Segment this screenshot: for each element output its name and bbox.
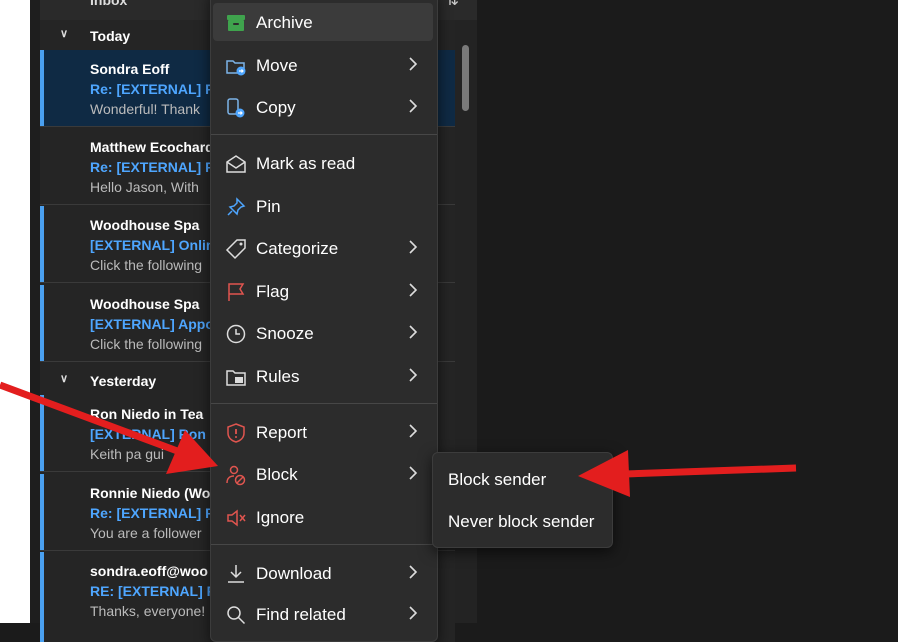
chevron-right-icon (409, 368, 418, 382)
menu-item-snooze[interactable]: Snooze (213, 314, 433, 352)
menu-item-label: Rules (256, 367, 300, 386)
chevron-right-icon (409, 240, 418, 254)
menu-item-label: Flag (256, 282, 290, 301)
chevron-right-icon (409, 606, 418, 620)
menu-separator (211, 403, 437, 404)
menu-item-categorize[interactable]: Categorize (213, 229, 433, 267)
menu-item-copy[interactable]: Copy (213, 88, 433, 126)
message-sender: Matthew Ecochard (90, 139, 214, 155)
unread-indicator (40, 285, 44, 361)
message-subject: Re: [EXTERNAL] R (90, 159, 216, 175)
folder-move-icon (226, 60, 246, 76)
chevron-right-icon (409, 565, 418, 579)
menu-separator (211, 544, 437, 545)
menu-separator (211, 134, 437, 135)
menu-item-archive[interactable]: Archive (213, 3, 433, 41)
message-preview: Keith pa gui (90, 446, 164, 462)
chevron-down-icon: ∨ (60, 373, 69, 385)
message-subject: Re: [EXTERNAL] F (90, 505, 214, 521)
message-preview: You are a follower (90, 525, 202, 541)
menu-item-find-related[interactable]: Find related (213, 595, 433, 633)
message-subject: [EXTERNAL] Ron (90, 426, 206, 442)
unread-indicator (40, 50, 44, 126)
menu-item-label: Download (256, 564, 332, 583)
chevron-right-icon (409, 283, 418, 297)
menu-item-label: Categorize (256, 239, 339, 258)
menu-item-label: Find related (256, 605, 346, 624)
menu-item-ignore[interactable]: Ignore (213, 498, 433, 536)
menu-item-label: Pin (256, 197, 281, 216)
menu-item-download[interactable]: Download (213, 554, 433, 592)
tag-icon (225, 239, 246, 260)
block-sender-item[interactable]: Block sender (435, 460, 609, 498)
message-context-menu: Archive Move Copy Mark as read Pin Categ… (210, 0, 438, 642)
menu-item-label: Archive (256, 13, 313, 32)
message-subject: Re: [EXTERNAL] R (90, 81, 216, 97)
copy-icon (227, 98, 245, 118)
chevron-right-icon (409, 99, 418, 113)
message-sender: Ron Niedo in Tea (90, 406, 204, 422)
menu-item-label: Block (256, 465, 298, 484)
menu-item-label: Mark as read (256, 154, 356, 173)
pin-icon (227, 197, 246, 216)
message-list-border (30, 0, 40, 623)
message-sender: Woodhouse Spa (90, 296, 200, 312)
unread-indicator (40, 552, 44, 642)
menu-item-label: Report (256, 423, 308, 442)
download-icon (228, 565, 244, 583)
sort-icon[interactable]: ⇅ (446, 0, 459, 10)
menu-item-flag[interactable]: Flag (213, 272, 433, 310)
left-edge-background (0, 0, 30, 623)
chevron-right-icon (409, 424, 418, 438)
envelope-open-icon (226, 155, 246, 173)
rules-icon (226, 370, 246, 386)
menu-item-label: Copy (256, 98, 296, 117)
menu-item-label: Move (256, 56, 298, 75)
block-submenu: Block sender Never block sender (432, 452, 613, 548)
clock-icon (226, 324, 246, 344)
unread-indicator (40, 474, 44, 550)
submenu-item-label: Never block sender (448, 512, 595, 531)
message-sender: Ronnie Niedo (Wo (90, 485, 211, 501)
message-subject: [EXTERNAL] Appo (90, 316, 214, 332)
menu-item-move[interactable]: Move (213, 46, 433, 84)
group-label: Today (90, 28, 131, 44)
menu-item-report[interactable]: Report (213, 413, 433, 451)
menu-item-rules[interactable]: Rules (213, 357, 433, 395)
message-preview: Click the following (90, 336, 203, 352)
inbox-title: Inbox (90, 0, 128, 8)
group-label: Yesterday (90, 373, 157, 389)
scrollbar-thumb[interactable] (462, 45, 469, 111)
message-preview: Thanks, everyone! (90, 603, 206, 619)
submenu-item-label: Block sender (448, 470, 547, 489)
person-block-icon (226, 465, 246, 486)
message-preview: Click the following (90, 257, 203, 273)
message-preview: Hello Jason, With (90, 179, 199, 195)
menu-item-block[interactable]: Block (213, 455, 433, 493)
unread-indicator (40, 395, 44, 471)
archive-icon (227, 15, 245, 31)
message-sender: Sondra Eoff (90, 61, 170, 77)
chevron-right-icon (409, 325, 418, 339)
chevron-right-icon (409, 466, 418, 480)
shield-alert-icon (227, 423, 245, 443)
message-subject: [EXTERNAL] Onlin (90, 237, 215, 253)
speaker-mute-icon (227, 509, 246, 527)
chevron-right-icon (409, 57, 418, 71)
message-subject: RE: [EXTERNAL] R (90, 583, 217, 599)
unread-indicator (40, 206, 44, 282)
menu-item-pin[interactable]: Pin (213, 187, 433, 225)
never-block-sender-item[interactable]: Never block sender (435, 502, 609, 540)
menu-item-mark-as-read[interactable]: Mark as read (213, 144, 433, 182)
message-sender: sondra.eoff@woo (90, 563, 208, 579)
menu-item-label: Ignore (256, 508, 305, 527)
message-sender: Woodhouse Spa (90, 217, 200, 233)
chevron-down-icon: ∨ (60, 28, 69, 40)
menu-item-label: Snooze (256, 324, 314, 343)
flag-icon (228, 283, 245, 301)
message-preview: Wonderful! Thank (90, 101, 200, 117)
